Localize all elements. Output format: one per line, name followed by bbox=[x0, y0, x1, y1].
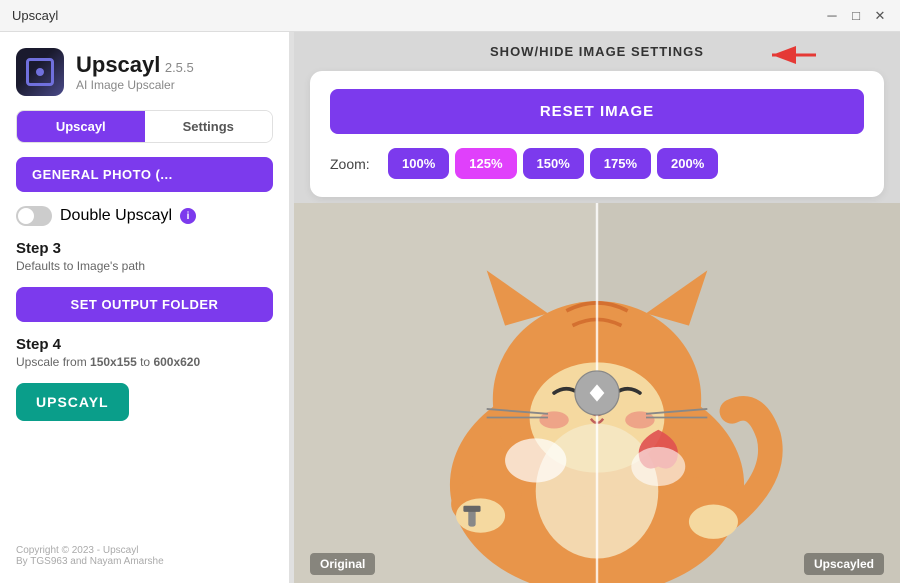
step3-section: Step 3 Defaults to Image's path bbox=[16, 240, 273, 273]
zoom-100[interactable]: 100% bbox=[388, 148, 449, 179]
title-bar-controls: ─ □ ✕ bbox=[824, 8, 888, 24]
step4-section: Step 4 Upscale from 150x155 to 600x620 bbox=[16, 336, 273, 369]
info-badge[interactable]: i bbox=[180, 208, 196, 224]
step4-desc: Upscale from 150x155 to 600x620 bbox=[16, 355, 273, 369]
double-upscayl-label: Double Upscayl bbox=[60, 207, 172, 225]
zoom-row: Zoom: 100% 125% 150% 175% 200% bbox=[330, 148, 864, 179]
maximize-button[interactable]: □ bbox=[848, 8, 864, 24]
step3-label: Step 3 bbox=[16, 240, 273, 257]
label-upscayled: Upscayled bbox=[804, 553, 884, 575]
app-header: Upscayl 2.5.5 AI Image Upscaler bbox=[16, 48, 273, 96]
model-button[interactable]: GENERAL PHOTO (... bbox=[16, 157, 273, 192]
madeby-text: By TGS963 and Nayam Amarshe bbox=[16, 556, 273, 567]
minimize-button[interactable]: ─ bbox=[824, 8, 840, 24]
title-bar: Upscayl ─ □ ✕ bbox=[0, 0, 900, 32]
show-hide-bar: SHOW/HIDE IMAGE SETTINGS bbox=[294, 32, 900, 71]
step4-bold2: 600x620 bbox=[153, 355, 200, 369]
copyright-section: Copyright © 2023 - Upscayl By TGS963 and… bbox=[16, 545, 273, 567]
image-preview-area: Original Upscayled bbox=[294, 203, 900, 583]
app-logo bbox=[16, 48, 64, 96]
cat-svg bbox=[294, 203, 900, 583]
tab-group: Upscayl Settings bbox=[16, 110, 273, 143]
step4-bold1: 150x155 bbox=[90, 355, 137, 369]
main-layout: Upscayl 2.5.5 AI Image Upscaler Upscayl … bbox=[0, 32, 900, 583]
double-upscayl-row: Double Upscayl i bbox=[16, 206, 273, 226]
image-settings-panel: RESET IMAGE Zoom: 100% 125% 150% 175% 20… bbox=[310, 71, 884, 197]
tab-settings[interactable]: Settings bbox=[145, 111, 273, 142]
app-logo-dot bbox=[36, 68, 44, 76]
app-title-group: Upscayl 2.5.5 AI Image Upscaler bbox=[76, 52, 194, 92]
app-name: Upscayl bbox=[76, 52, 160, 77]
step4-middle: to bbox=[137, 355, 154, 369]
toggle-knob bbox=[18, 208, 34, 224]
step4-label: Step 4 bbox=[16, 336, 273, 353]
red-arrow-icon bbox=[768, 42, 820, 73]
app-subtitle: AI Image Upscaler bbox=[76, 78, 194, 92]
zoom-150[interactable]: 150% bbox=[523, 148, 584, 179]
tab-upscayl[interactable]: Upscayl bbox=[17, 111, 145, 142]
app-version: 2.5.5 bbox=[165, 60, 194, 75]
title-bar-title: Upscayl bbox=[12, 8, 824, 23]
reset-image-button[interactable]: RESET IMAGE bbox=[330, 89, 864, 134]
zoom-200[interactable]: 200% bbox=[657, 148, 718, 179]
main-content: SHOW/HIDE IMAGE SETTINGS RESET IMAGE Zoo… bbox=[294, 32, 900, 583]
copyright-text: Copyright © 2023 - Upscayl bbox=[16, 545, 273, 556]
upscayl-button[interactable]: UPSCAYL bbox=[16, 383, 129, 421]
zoom-125[interactable]: 125% bbox=[455, 148, 516, 179]
zoom-buttons: 100% 125% 150% 175% 200% bbox=[388, 148, 718, 179]
step3-desc: Defaults to Image's path bbox=[16, 259, 273, 273]
show-hide-label[interactable]: SHOW/HIDE IMAGE SETTINGS bbox=[490, 44, 704, 59]
zoom-label: Zoom: bbox=[330, 156, 378, 172]
close-button[interactable]: ✕ bbox=[872, 8, 888, 24]
zoom-175[interactable]: 175% bbox=[590, 148, 651, 179]
sidebar: Upscayl 2.5.5 AI Image Upscaler Upscayl … bbox=[0, 32, 290, 583]
app-logo-inner bbox=[26, 58, 54, 86]
label-original: Original bbox=[310, 553, 375, 575]
set-output-button[interactable]: SET OUTPUT FOLDER bbox=[16, 287, 273, 322]
step4-desc1: Upscale from bbox=[16, 355, 90, 369]
double-upscayl-toggle[interactable] bbox=[16, 206, 52, 226]
